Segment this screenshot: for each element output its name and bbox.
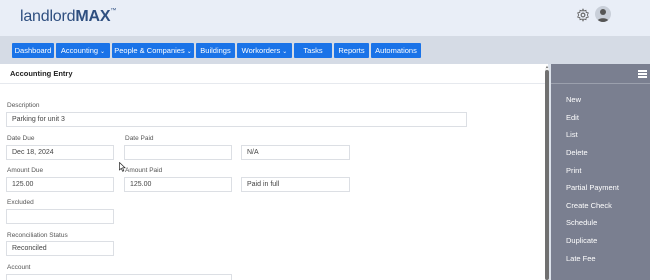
nav-workorders[interactable]: Workorders ⌄ <box>237 43 292 58</box>
chevron-down-icon: ⌄ <box>282 49 288 55</box>
sidebar-item-list[interactable]: List <box>566 130 578 139</box>
nav-dashboard[interactable]: Dashboard <box>12 43 54 58</box>
account-field[interactable] <box>6 274 232 280</box>
nav-accounting[interactable]: Accounting ⌄ <box>56 43 110 58</box>
excluded-label: Excluded <box>7 199 34 206</box>
nav-people-companies[interactable]: People & Companies ⌄ <box>112 43 194 58</box>
app-logo[interactable]: landlordMAX™ <box>20 8 116 26</box>
sidebar-item-duplicate[interactable]: Duplicate <box>566 236 597 245</box>
sidebar-item-late-fee[interactable]: Late Fee <box>566 254 596 263</box>
amount-due-label: Amount Due <box>7 167 44 174</box>
sidebar-item-delete[interactable]: Delete <box>566 148 588 157</box>
sidebar-item-print[interactable]: Print <box>566 166 581 175</box>
page-title: Accounting Entry <box>10 69 73 78</box>
hamburger-menu-icon[interactable] <box>638 70 647 78</box>
description-label: Description <box>7 102 40 109</box>
date-paid-field[interactable] <box>124 145 232 160</box>
user-avatar-icon[interactable] <box>595 6 611 22</box>
date-due-label: Date Due <box>7 135 35 142</box>
account-label: Account <box>7 264 31 271</box>
sidebar-item-new[interactable]: New <box>566 95 581 104</box>
divider <box>0 83 545 84</box>
reconciliation-status-label: Reconciliation Status <box>7 232 68 239</box>
reconciliation-status-field[interactable]: Reconciled <box>6 241 114 256</box>
chevron-down-icon: ⌄ <box>100 49 106 55</box>
nav-buildings[interactable]: Buildings <box>196 43 235 58</box>
nav-reports[interactable]: Reports <box>334 43 369 58</box>
sidebar-divider <box>551 83 650 84</box>
description-field[interactable]: Parking for unit 3 <box>6 112 467 127</box>
scrollbar-thumb[interactable] <box>545 70 549 280</box>
amount-paid-label: Amount Paid <box>125 167 163 174</box>
sidebar-item-partial-payment[interactable]: Partial Payment <box>566 183 619 192</box>
nav-tasks[interactable]: Tasks <box>294 43 332 58</box>
paid-status-field: Paid in full <box>241 177 350 192</box>
date-paid-label: Date Paid <box>125 135 154 142</box>
amount-paid-field[interactable]: 125.00 <box>124 177 232 192</box>
amount-due-field[interactable]: 125.00 <box>6 177 114 192</box>
chevron-down-icon: ⌄ <box>186 49 192 55</box>
sidebar-item-edit[interactable]: Edit <box>566 113 579 122</box>
sidebar-item-schedule[interactable]: Schedule <box>566 218 597 227</box>
excluded-field[interactable] <box>6 209 114 224</box>
sidebar-item-create-check[interactable]: Create Check <box>566 201 612 210</box>
mouse-cursor-icon <box>119 162 126 172</box>
date-paid-status-field: N/A <box>241 145 350 160</box>
gear-icon[interactable] <box>576 8 590 22</box>
scroll-up-arrow-icon[interactable]: ▲ <box>545 64 549 69</box>
nav-automations[interactable]: Automations <box>371 43 421 58</box>
date-due-field[interactable]: Dec 18, 2024 <box>6 145 114 160</box>
